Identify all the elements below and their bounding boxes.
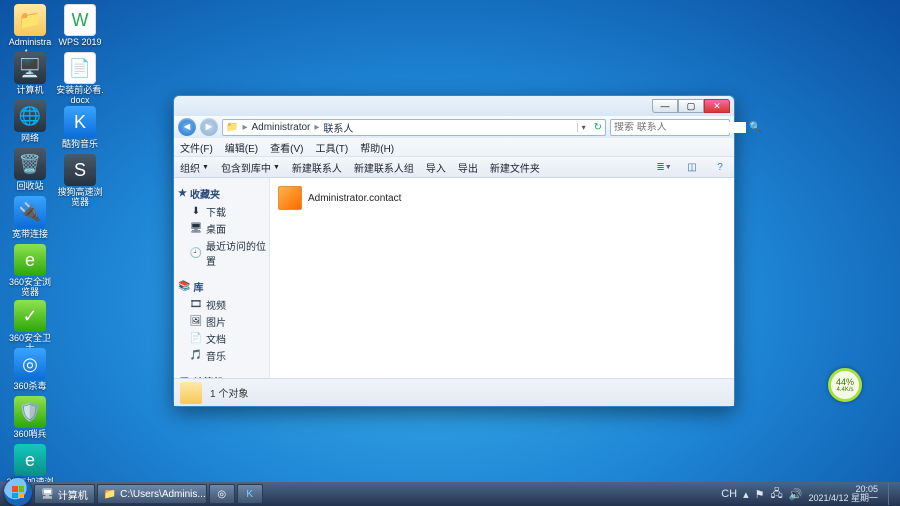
network-speed-badge[interactable]: 44% 4.4K/s — [828, 368, 862, 402]
video-icon: 🎞 — [190, 299, 202, 311]
menu-help[interactable]: 帮助(H) — [360, 140, 394, 155]
tray-flag-icon[interactable]: ⚑ — [755, 488, 765, 501]
nav-bar: ◄ ► 📁 ▸ Administrator ▸ 联系人 ▾ ↻ 🔍 — [174, 116, 734, 138]
preview-pane-button[interactable]: ◫ — [684, 159, 700, 175]
sb-recent[interactable]: 🕘最近访问的位置 — [176, 237, 267, 269]
badge-percent: 44% — [836, 377, 854, 387]
tray-lang[interactable]: CH — [721, 488, 737, 500]
explorer-window: — ▢ ✕ ◄ ► 📁 ▸ Administrator ▸ 联系人 ▾ ↻ 🔍 … — [173, 95, 735, 407]
contact-icon — [278, 186, 302, 210]
tray-clock[interactable]: 20:05 2021/4/12 星期一 — [808, 485, 878, 503]
desktop-360sentry[interactable]: 🛡️360哨兵 — [6, 396, 54, 440]
menu-view[interactable]: 查看(V) — [270, 140, 303, 155]
sb-downloads[interactable]: ⬇下载 — [176, 203, 267, 220]
sb-music[interactable]: 🎵音乐 — [176, 347, 267, 364]
desktop-360safe[interactable]: ✓360安全卫士 — [6, 300, 54, 354]
desktop-computer[interactable]: 🖥️计算机 — [6, 52, 54, 96]
desktop-administrator[interactable]: 📁Administrat... — [6, 4, 54, 58]
sb-pictures[interactable]: 🖼图片 — [176, 313, 267, 330]
nav-sidebar: ★收藏夹 ⬇下载 🖥桌面 🕘最近访问的位置 📚库 🎞视频 🖼图片 📄文档 🎵音乐… — [174, 178, 270, 378]
menu-tools[interactable]: 工具(T) — [315, 140, 348, 155]
forward-button[interactable]: ► — [200, 118, 218, 136]
desktop-docx[interactable]: 📄安装前必看.docx — [56, 52, 104, 106]
clock-date: 2021/4/12 星期一 — [808, 494, 878, 503]
search-input[interactable] — [614, 122, 746, 133]
refresh-button[interactable]: ↻ — [594, 122, 602, 133]
crumb-contacts[interactable]: 联系人 — [323, 120, 353, 135]
view-options-button[interactable]: ≣▼ — [656, 159, 672, 175]
task-app-2[interactable]: K — [237, 484, 263, 504]
file-name: Administrator.contact — [308, 193, 401, 204]
desktop-network[interactable]: 🌐网络 — [6, 100, 54, 144]
crumb-administrator[interactable]: Administrator — [251, 122, 310, 133]
library-icon: 📚 — [178, 281, 190, 292]
menu-file[interactable]: 文件(F) — [180, 140, 213, 155]
cmd-export[interactable]: 导出 — [458, 160, 478, 175]
help-button[interactable]: ? — [712, 159, 728, 175]
address-bar[interactable]: 📁 ▸ Administrator ▸ 联系人 ▾ ↻ — [222, 119, 606, 136]
tray-volume-icon[interactable]: 🔊 — [789, 488, 803, 501]
cmd-include[interactable]: 包含到库中▼ — [221, 160, 280, 175]
status-folder-icon — [180, 382, 202, 404]
badge-rate: 4.4K/s — [836, 387, 853, 393]
search-box[interactable]: 🔍 — [610, 119, 730, 136]
task-app-1[interactable]: ◎ — [209, 484, 235, 504]
back-button[interactable]: ◄ — [178, 118, 196, 136]
sb-desktop[interactable]: 🖥桌面 — [176, 220, 267, 237]
recent-icon: 🕘 — [190, 247, 202, 259]
search-icon: 🔍 — [749, 122, 761, 133]
download-icon: ⬇ — [190, 206, 202, 218]
desktop-wps2019[interactable]: WWPS 2019 — [56, 4, 104, 48]
desktop-recyclebin[interactable]: 🗑️回收站 — [6, 148, 54, 192]
show-desktop-button[interactable] — [888, 483, 896, 505]
system-tray: CH ▴ ⚑ 🖧 🔊 20:05 2021/4/12 星期一 — [721, 483, 896, 505]
task-computer[interactable]: 🖥 计算机 — [34, 484, 95, 504]
desktop-kugou[interactable]: K酷狗音乐 — [56, 106, 104, 150]
cmd-import[interactable]: 导入 — [426, 160, 446, 175]
minimize-button[interactable]: — — [652, 99, 678, 113]
desktop-icon: 🖥 — [190, 223, 202, 235]
menu-bar: 文件(F) 编辑(E) 查看(V) 工具(T) 帮助(H) — [174, 138, 734, 156]
command-bar: 组织▼ 包含到库中▼ 新建联系人 新建联系人组 导入 导出 新建文件夹 ≣▼ ◫… — [174, 156, 734, 178]
sb-favorites[interactable]: ★收藏夹 — [178, 186, 267, 201]
picture-icon: 🖼 — [190, 316, 202, 328]
desktop-broadband[interactable]: 🔌宽带连接 — [6, 196, 54, 240]
status-bar: 1 个对象 — [174, 378, 734, 406]
file-list[interactable]: Administrator.contact — [270, 178, 734, 378]
address-dropdown[interactable]: ▾ — [577, 123, 590, 132]
cmd-newcontact[interactable]: 新建联系人 — [292, 160, 342, 175]
titlebar[interactable]: — ▢ ✕ — [174, 96, 734, 116]
document-icon: 📄 — [190, 333, 202, 345]
folder-icon: 📁 — [226, 122, 238, 133]
desktop-360av[interactable]: ◎360杀毒 — [6, 348, 54, 392]
desktop-360browser[interactable]: e360安全浏览器 — [6, 244, 54, 298]
task-explorer[interactable]: 📁 C:\Users\Adminis... — [97, 484, 207, 504]
menu-edit[interactable]: 编辑(E) — [225, 140, 258, 155]
maximize-button[interactable]: ▢ — [678, 99, 704, 113]
music-icon: 🎵 — [190, 350, 202, 362]
cmd-newgroup[interactable]: 新建联系人组 — [354, 160, 414, 175]
sb-documents[interactable]: 📄文档 — [176, 330, 267, 347]
start-button[interactable] — [4, 478, 32, 506]
status-text: 1 个对象 — [210, 385, 248, 400]
sb-videos[interactable]: 🎞视频 — [176, 296, 267, 313]
tray-expand-icon[interactable]: ▴ — [743, 488, 749, 501]
cmd-organize[interactable]: 组织▼ — [180, 160, 209, 175]
star-icon: ★ — [178, 188, 187, 199]
desktop-sogou[interactable]: S搜狗高速浏览器 — [56, 154, 104, 208]
file-item[interactable]: Administrator.contact — [276, 184, 728, 212]
sb-libraries[interactable]: 📚库 — [178, 279, 267, 294]
tray-network-icon[interactable]: 🖧 — [770, 485, 782, 504]
close-button[interactable]: ✕ — [704, 99, 730, 113]
taskbar: 🖥 计算机 📁 C:\Users\Adminis... ◎ K CH ▴ ⚑ 🖧… — [0, 482, 900, 506]
cmd-newfolder[interactable]: 新建文件夹 — [490, 160, 540, 175]
